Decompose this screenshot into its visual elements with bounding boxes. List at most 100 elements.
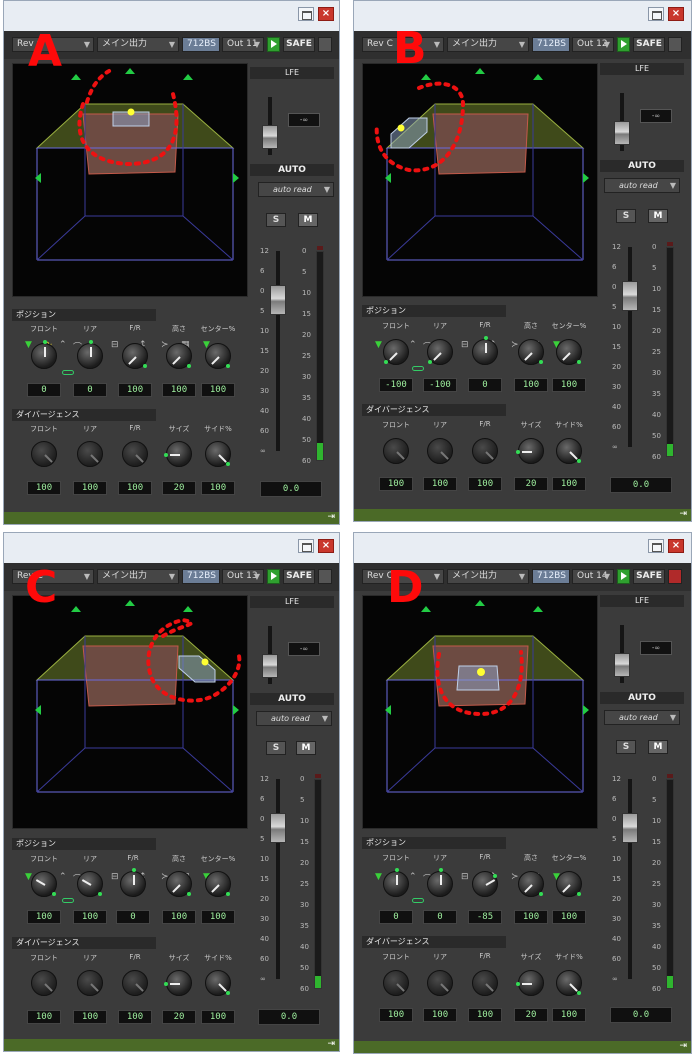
options-button[interactable] [668, 37, 682, 52]
front-rear-link-icon[interactable] [62, 898, 74, 903]
front-position-value[interactable]: 0 [27, 383, 61, 397]
curve-up-icon[interactable]: ⌃ [59, 340, 67, 350]
close-button[interactable]: × [318, 7, 334, 21]
fr-divergence-value[interactable]: 100 [468, 477, 502, 491]
front-position-knob[interactable] [383, 339, 409, 365]
rear-position-value[interactable]: 0 [73, 383, 107, 397]
main-output-dropdown[interactable]: メイン出力 ▼ [97, 37, 179, 52]
safe-button[interactable]: SAFE [283, 37, 315, 52]
restore-button[interactable] [298, 7, 314, 21]
height-value[interactable]: 100 [162, 910, 196, 924]
fr-position-value[interactable]: 0 [468, 378, 502, 392]
curve-up-icon[interactable]: ⌃ [59, 872, 67, 882]
main-fader[interactable] [270, 285, 286, 315]
size-knob[interactable] [516, 970, 544, 996]
panner-display[interactable]: ▼ ∿ ⌃ ⌒ ⌐ ⊟ ↕ ≻ ▦ ▼ [12, 63, 248, 353]
format-dropdown[interactable]: 712BS [532, 569, 570, 584]
size-value[interactable]: 20 [514, 1008, 548, 1022]
front-rear-link-icon[interactable] [412, 366, 424, 371]
center-percent-value[interactable]: 100 [552, 910, 586, 924]
output-dropdown[interactable]: Out 13 ▼ [222, 569, 264, 584]
front-position-value[interactable]: 0 [379, 910, 413, 924]
layout-icon[interactable]: ⊟ [461, 872, 469, 882]
mute-button[interactable]: M [296, 741, 316, 755]
side-percent-knob[interactable] [556, 438, 582, 464]
front-rear-link-icon[interactable] [412, 898, 424, 903]
size-value[interactable]: 20 [162, 1010, 196, 1024]
fr-divergence-value[interactable]: 100 [468, 1008, 502, 1022]
rear-divergence-knob[interactable] [427, 970, 453, 996]
rear-divergence-knob[interactable] [427, 438, 453, 464]
output-level-value[interactable]: 0.0 [610, 477, 672, 493]
front-position-knob[interactable] [31, 871, 57, 897]
rear-divergence-value[interactable]: 100 [423, 1008, 457, 1022]
rear-position-value[interactable]: -100 [423, 378, 457, 392]
lfe-value[interactable]: -∞ [640, 641, 672, 655]
mute-button[interactable]: M [648, 209, 668, 223]
front-arrow-icon[interactable]: ▼ [375, 872, 382, 882]
rear-divergence-value[interactable]: 100 [423, 477, 457, 491]
options-button[interactable] [668, 569, 682, 584]
height-value[interactable]: 100 [514, 378, 548, 392]
main-output-dropdown[interactable]: メイン出力 ▼ [447, 569, 529, 584]
mute-button[interactable]: M [648, 740, 668, 754]
front-position-knob[interactable] [383, 868, 409, 897]
restore-button[interactable] [298, 539, 314, 553]
rear-position-value[interactable]: 0 [423, 910, 457, 924]
fr-divergence-value[interactable]: 100 [118, 481, 152, 495]
center-percent-value[interactable]: 100 [201, 910, 235, 924]
size-value[interactable]: 20 [162, 481, 196, 495]
output-level-value[interactable]: 0.0 [610, 1007, 672, 1023]
rear-divergence-knob[interactable] [77, 441, 103, 467]
front-divergence-value[interactable]: 100 [27, 481, 61, 495]
format-dropdown[interactable]: 712BS [532, 37, 570, 52]
side-percent-value[interactable]: 100 [552, 1008, 586, 1022]
rear-position-knob[interactable] [427, 339, 453, 365]
solo-button[interactable]: S [266, 213, 286, 227]
automation-mode-dropdown[interactable]: auto read ▼ [258, 182, 334, 197]
side-percent-value[interactable]: 100 [552, 477, 586, 491]
rear-position-knob[interactable] [427, 868, 453, 897]
safe-button[interactable]: SAFE [633, 569, 665, 584]
fr-position-knob[interactable] [120, 868, 146, 897]
rear-divergence-value[interactable]: 100 [73, 1010, 107, 1024]
size-value[interactable]: 20 [514, 477, 548, 491]
format-dropdown[interactable]: 712BS [182, 569, 220, 584]
side-percent-knob[interactable] [556, 970, 582, 996]
mute-button[interactable]: M [298, 213, 318, 227]
center-percent-knob[interactable] [556, 871, 582, 897]
lfe-value[interactable]: -∞ [288, 642, 320, 656]
safe-button[interactable]: SAFE [633, 37, 665, 52]
output-dropdown[interactable]: Out 14 ▼ [572, 569, 614, 584]
solo-button[interactable]: S [266, 741, 286, 755]
main-output-dropdown[interactable]: メイン出力 ▼ [447, 37, 529, 52]
size-knob[interactable] [164, 970, 192, 996]
play-button[interactable] [267, 37, 280, 52]
rear-position-knob[interactable] [77, 871, 103, 897]
expand-icon[interactable]: ⇥ [679, 1041, 687, 1051]
restore-button[interactable] [648, 539, 664, 553]
panner-display[interactable]: ▼ ∿ ⌃ ⌒ ⌐ ⊟ ↕ ≻ ▦ ▼ [12, 595, 248, 885]
panner-display[interactable]: ▼ ∿ ⌃ ⌒ ⌐ ⊟ ↕ ≻ ▦ ▼ [362, 63, 598, 353]
main-fader[interactable] [622, 813, 638, 843]
side-percent-knob[interactable] [205, 970, 231, 996]
lfe-fader[interactable] [614, 121, 630, 145]
center-percent-value[interactable]: 100 [201, 383, 235, 397]
fr-position-value[interactable]: 0 [116, 910, 150, 924]
fr-position-knob[interactable] [472, 871, 498, 897]
height-knob[interactable] [518, 871, 544, 897]
curve-up-icon[interactable]: ⌃ [409, 872, 417, 882]
rear-divergence-value[interactable]: 100 [73, 481, 107, 495]
lfe-value[interactable]: -∞ [288, 113, 320, 127]
output-level-value[interactable]: 0.0 [260, 481, 322, 497]
main-fader[interactable] [270, 813, 286, 843]
automation-mode-dropdown[interactable]: auto read ▼ [604, 710, 680, 725]
fr-divergence-knob[interactable] [472, 970, 498, 996]
front-position-value[interactable]: -100 [379, 378, 413, 392]
rear-position-knob[interactable] [77, 340, 103, 369]
front-position-knob[interactable] [31, 340, 57, 369]
front-divergence-knob[interactable] [383, 970, 409, 996]
expand-icon[interactable]: ⇥ [327, 512, 335, 522]
fr-divergence-value[interactable]: 100 [118, 1010, 152, 1024]
expand-icon[interactable]: ⇥ [679, 509, 687, 519]
